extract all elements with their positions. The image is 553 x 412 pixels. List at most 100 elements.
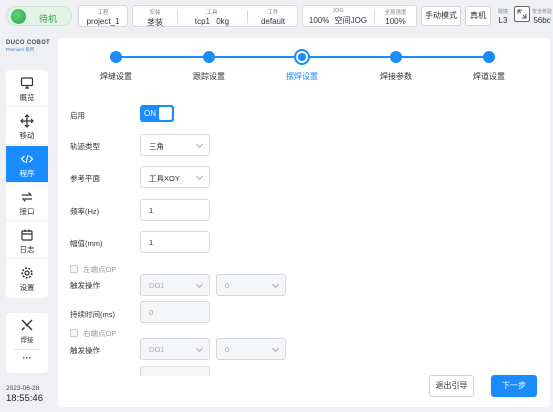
sidebar-item-program[interactable]: 程序 <box>6 146 48 183</box>
time-text: 18:55:46 <box>6 393 43 404</box>
install-value: 茎装 <box>147 18 163 27</box>
weave-settings-panel: 焊缝设置 跟踪设置 摆焊设置 焊接参数 焊道设置 启用 ON 轨迹类型 三角 参… <box>58 38 550 407</box>
expand-icon[interactable] <box>514 6 530 22</box>
divider <box>247 10 248 23</box>
left-do-select[interactable]: DO1 <box>140 274 210 296</box>
toggle-knob <box>159 107 172 120</box>
right-state-value: 0 <box>225 345 230 354</box>
duration-label: 持续时间(ms) <box>70 310 115 319</box>
interface-icon <box>21 192 33 202</box>
project-info[interactable]: 工程 project_1 <box>78 5 128 27</box>
enable-label: 启用 <box>70 111 85 120</box>
step-label-tracking[interactable]: 跟踪设置 <box>193 71 225 82</box>
workpiece-label: 工件 <box>267 10 279 16</box>
right-dwell-label: 右端点OP <box>83 329 117 338</box>
left-state-select[interactable]: 0 <box>216 274 286 296</box>
manual-mode-button[interactable]: 手动模式 <box>421 6 461 26</box>
tool-workpiece-info[interactable]: 安装 茎装 工具 tcp1 0kg 工件 default <box>132 5 298 27</box>
trajectory-value: 三角 <box>149 142 164 151</box>
datetime: 2023-06-28 18:55:46 <box>6 385 56 404</box>
right-dwell-checkbox[interactable] <box>70 329 78 337</box>
next-step-button[interactable]: 下一步 <box>491 375 537 397</box>
more-button[interactable]: ··· <box>6 353 48 369</box>
tool-load-value: 0kg <box>216 17 230 26</box>
calendar-icon <box>21 229 33 241</box>
speed-info[interactable]: JOG 100% 空间JOG 全局速度 100% <box>302 5 417 27</box>
status-label: 待机 <box>39 14 58 24</box>
chevron-down-icon <box>195 344 204 353</box>
date-text: 2023-06-28 <box>6 385 40 392</box>
safety-label: 安全校验 <box>531 9 552 15</box>
duration-input[interactable]: 0 <box>140 301 210 323</box>
step-dot-4[interactable] <box>390 51 402 63</box>
jog-percent-value: 100% <box>308 16 330 25</box>
plane-select[interactable]: 工具XOY <box>140 166 210 188</box>
tool-name-value: tcp1 <box>194 17 210 26</box>
right-duration-input[interactable] <box>140 366 210 376</box>
monitor-icon <box>20 77 34 89</box>
frequency-value: 1 <box>149 206 154 215</box>
sidebar-item-overview[interactable]: 概览 <box>6 70 48 107</box>
exit-guide-button[interactable]: 退出引导 <box>429 375 474 397</box>
sidebar-nav: 概览 移动 程序 接口 日志 设置 <box>6 70 48 298</box>
brand-name: DUCO COBOT <box>6 40 50 46</box>
chevron-down-icon <box>195 172 204 181</box>
plane-label: 参考平面 <box>70 174 100 183</box>
collision-value: L3 <box>498 16 508 25</box>
frequency-input[interactable]: 1 <box>140 199 210 221</box>
sidebar-item-interface[interactable]: 接口 <box>6 184 48 221</box>
enable-toggle[interactable]: ON <box>140 105 174 122</box>
amplitude-input[interactable]: 1 <box>140 231 210 253</box>
sidebar-item-label: 概览 <box>19 93 35 102</box>
chevron-down-icon <box>271 344 280 353</box>
gear-icon <box>21 267 33 279</box>
safety-value: 56bc <box>533 16 551 25</box>
weld-tool-button[interactable]: 焊接 <box>6 315 48 347</box>
brand-logo: DUCO COBOT Premium 系列 <box>6 40 50 53</box>
left-state-value: 0 <box>225 281 230 290</box>
step-label-weld-params[interactable]: 焊接参数 <box>380 71 412 82</box>
top-bar: 待机 工程 project_1 安装 茎装 工具 tcp1 0kg 工件 def… <box>0 0 553 32</box>
jog-mode-value: 空间JOG <box>334 16 368 25</box>
right-do-select[interactable]: DO1 <box>140 338 210 360</box>
status-indicator-icon <box>11 9 26 24</box>
tool-panel: 焊接 ··· <box>6 313 48 373</box>
trajectory-select[interactable]: 三角 <box>140 134 210 156</box>
step-label-weave[interactable]: 摆焊设置 <box>286 71 318 82</box>
amplitude-value: 1 <box>149 238 154 247</box>
sidebar-item-move[interactable]: 移动 <box>6 108 48 145</box>
real-machine-button[interactable]: 真机 <box>465 6 491 26</box>
step-dot-3-current[interactable] <box>294 49 310 65</box>
amplitude-label: 幅值(mm) <box>70 239 103 248</box>
move-icon <box>20 114 34 128</box>
collision-label: 碰撞 <box>497 9 508 15</box>
project-label: 工程 <box>97 10 109 16</box>
sidebar-item-label: 移动 <box>19 131 35 140</box>
step-label-seam[interactable]: 焊缝设置 <box>100 71 132 82</box>
robot-status-badge[interactable]: 待机 <box>6 6 72 26</box>
code-icon <box>20 154 34 164</box>
install-label: 安装 <box>149 10 161 16</box>
brand-edition: Premium 系列 <box>6 47 35 52</box>
project-value: project_1 <box>86 17 120 26</box>
duration-value: 0 <box>149 308 154 317</box>
jog-label: JOG <box>332 8 344 14</box>
trigger-label: 触发操作 <box>70 346 100 355</box>
global-speed-value: 100% <box>385 17 406 26</box>
divider <box>14 349 40 350</box>
global-speed-label: 全局速度 <box>384 10 407 16</box>
sidebar-item-settings[interactable]: 设置 <box>6 260 48 297</box>
step-dot-5[interactable] <box>483 51 495 63</box>
right-state-select[interactable]: 0 <box>216 338 286 360</box>
step-dot-1[interactable] <box>110 51 122 63</box>
sidebar-item-label: 程序 <box>19 169 35 178</box>
step-dot-2[interactable] <box>203 51 215 63</box>
sidebar-item-log[interactable]: 日志 <box>6 222 48 259</box>
tool-label: 工具 <box>206 10 218 16</box>
left-dwell-checkbox[interactable] <box>70 265 78 273</box>
trajectory-label: 轨迹类型 <box>70 142 100 151</box>
chevron-down-icon <box>195 280 204 289</box>
step-label-pass[interactable]: 焊道设置 <box>473 71 505 82</box>
right-do-value: DO1 <box>149 345 165 354</box>
collision-level[interactable]: 碰撞 L3 <box>494 6 512 26</box>
